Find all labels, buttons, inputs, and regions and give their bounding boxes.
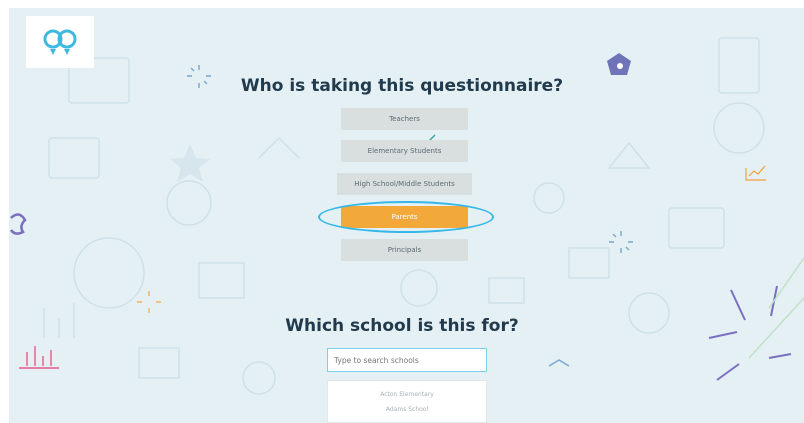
option-label: High School/Middle Students xyxy=(354,180,455,188)
option-label: Principals xyxy=(387,246,422,254)
school-question: Which school is this for? xyxy=(285,316,519,336)
school-search-input[interactable] xyxy=(327,348,487,372)
school-results-dropdown: Acton Elementary Adams School xyxy=(327,380,487,423)
logo-icon xyxy=(43,29,77,55)
selection-highlight-ring xyxy=(318,201,494,233)
logo[interactable] xyxy=(26,16,94,68)
option-label: Teachers xyxy=(389,115,420,123)
option-high-school-middle-students[interactable]: High School/Middle Students xyxy=(337,173,472,195)
questionnaire-question: Who is taking this questionnaire? xyxy=(240,76,564,96)
option-label: Elementary Students xyxy=(367,147,442,155)
school-result-item[interactable]: Acton Elementary xyxy=(328,387,486,402)
option-elementary-students[interactable]: Elementary Students xyxy=(341,140,468,162)
option-principals[interactable]: Principals xyxy=(341,239,468,261)
school-result-item[interactable]: Adams School xyxy=(328,402,486,417)
option-teachers[interactable]: Teachers xyxy=(341,108,468,130)
